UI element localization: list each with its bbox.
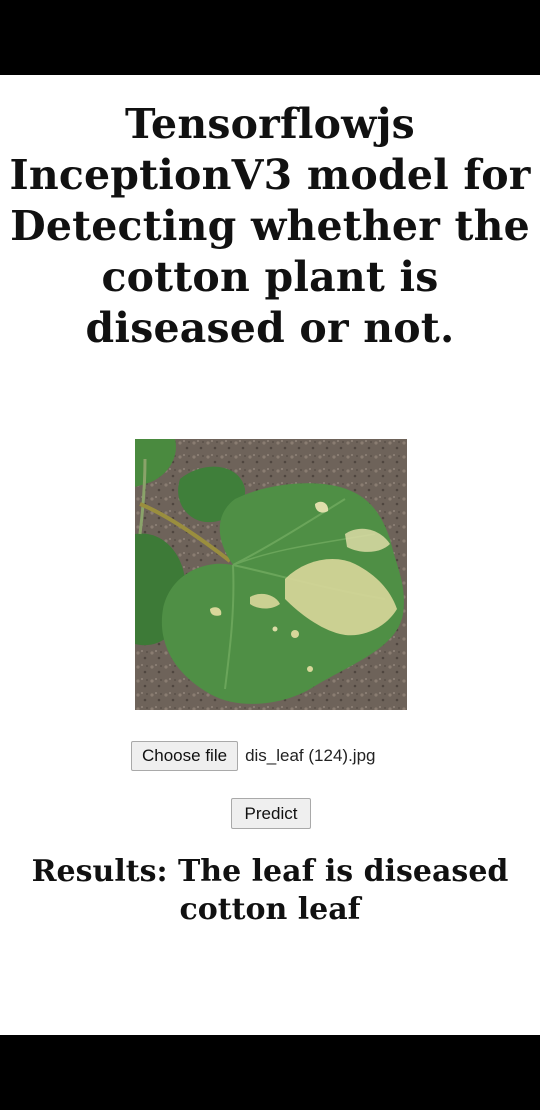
predict-button[interactable]: Predict <box>231 798 311 829</box>
page-title: Tensorflowjs InceptionV3 model for Detec… <box>9 100 531 352</box>
file-input-row: Choose file dis_leaf (124).jpg <box>131 741 375 771</box>
selected-file-name: dis_leaf (124).jpg <box>245 746 376 765</box>
status-bar <box>0 0 540 75</box>
leaf-preview-image <box>135 439 407 710</box>
page-content: Tensorflowjs InceptionV3 model for Detec… <box>0 75 540 1035</box>
navigation-bar <box>0 1035 540 1110</box>
choose-file-button[interactable]: Choose file <box>131 741 239 771</box>
results-text: Results: The leaf is diseased cotton lea… <box>31 854 509 927</box>
